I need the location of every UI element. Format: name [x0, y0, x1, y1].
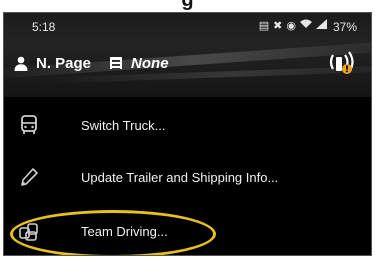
trailer-value: None — [131, 54, 169, 72]
vibrate-icon: ▤ — [258, 19, 270, 32]
location-icon: ◉ — [286, 19, 296, 32]
pencil-icon — [21, 168, 38, 186]
menu-item-label: Update Trailer and Shipping Info... — [81, 169, 279, 185]
status-bar: 5:18 ▤ ✖ ◉ 37% — [4, 13, 371, 39]
trailer-icon — [110, 57, 123, 69]
wifi-icon — [300, 19, 312, 32]
menu-item-update-trailer[interactable]: Update Trailer and Shipping Info... — [4, 153, 371, 201]
battery-level: 37% — [332, 20, 357, 34]
signal-icon — [316, 19, 327, 32]
wireless-signal-icon — [329, 51, 354, 74]
status-icons: ▤ ✖ ◉ — [259, 19, 327, 32]
menu-item-label: Switch Truck... — [81, 117, 166, 133]
mute-icon: ✖ — [273, 19, 283, 32]
status-time: 5:18 — [32, 20, 56, 34]
highlight-annotation — [10, 210, 216, 255]
menu-item-switch-truck[interactable]: Switch Truck... — [4, 101, 371, 149]
app-screen: 5:18 ▤ ✖ ◉ 37% N. Page None Switch Truck… — [3, 12, 372, 256]
connection-status-button[interactable] — [327, 47, 361, 77]
driver-info-row: N. Page None — [14, 53, 169, 73]
header-banner: 5:18 ▤ ✖ ◉ 37% N. Page None — [4, 13, 371, 97]
person-icon — [14, 56, 28, 71]
top-caption: g — [181, 0, 194, 11]
driver-name: N. Page — [36, 54, 92, 72]
truck-icon — [21, 115, 37, 134]
